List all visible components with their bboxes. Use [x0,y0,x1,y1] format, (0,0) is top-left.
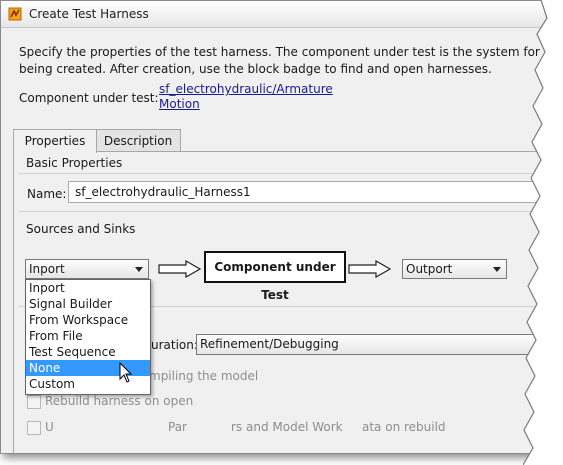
option-signal-builder[interactable]: Signal Builder [26,296,150,312]
app-icon [8,7,22,21]
window-title: Create Test Harness [29,7,149,21]
title-bar: Create Test Harness [1,1,549,28]
component-under-test-link[interactable]: sf_electrohydraulic/Armature Motion [159,82,333,112]
chevron-down-icon [135,267,143,272]
mouse-pointer-icon [119,362,133,383]
option-inport[interactable]: Inport [26,280,150,296]
update-checkbox-label-c: rs and Model Work [231,420,343,434]
description-text: Specify the properties of the test harne… [19,45,550,76]
basic-properties-divider [19,173,549,174]
component-under-test-label: Component under test: [19,91,159,105]
name-field[interactable] [68,181,549,203]
configuration-label: uration: [151,338,198,352]
torn-edge-decoration [523,0,563,465]
compile-option-label: mpiling the model [149,369,259,383]
option-from-file[interactable]: From File [26,328,150,344]
tab-description[interactable]: Description [95,129,181,152]
update-checkbox[interactable] [27,421,41,435]
section-divider [19,211,549,212]
update-checkbox-label-d: ata on rebuild [362,420,446,434]
rebuild-checkbox[interactable] [27,395,41,409]
name-label: Name: [27,187,67,201]
arrow-right-icon [158,260,202,278]
rebuild-checkbox-label: Rebuild harness on open [45,394,194,408]
source-dropdown[interactable]: Inport [25,259,149,279]
option-from-workspace[interactable]: From Workspace [26,312,150,328]
chevron-down-icon [493,267,501,272]
sources-sinks-title: Sources and Sinks [26,222,136,236]
create-test-harness-dialog: Create Test Harness Specify the properti… [0,0,550,454]
component-under-test-block: Component under Test [204,251,346,302]
option-test-sequence[interactable]: Test Sequence [26,344,150,360]
update-checkbox-label-b: Par [168,420,187,434]
basic-properties-title: Basic Properties [26,156,123,170]
update-checkbox-label-a: U [45,420,54,434]
sink-dropdown[interactable]: Outport [402,259,507,279]
arrow-right-icon [348,260,392,278]
configuration-dropdown[interactable]: Refinement/Debugging [196,334,549,355]
tab-properties[interactable]: Properties [13,129,97,153]
